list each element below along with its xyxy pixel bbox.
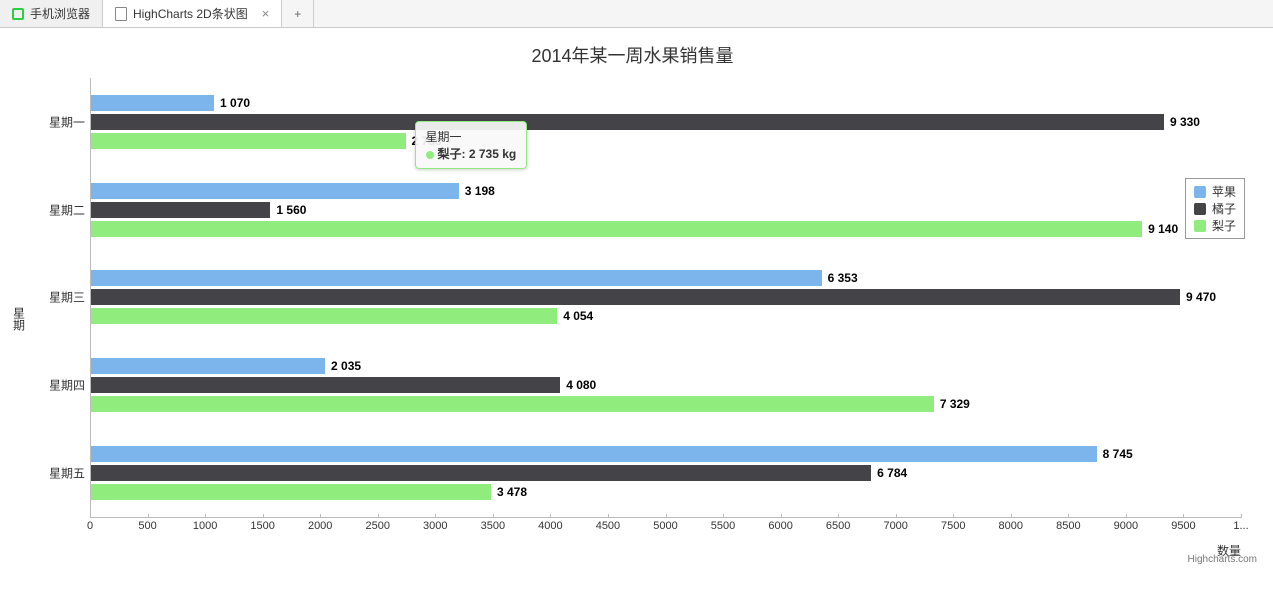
browser-tab-bar: 手机浏览器 HighCharts 2D条状图 × + bbox=[0, 0, 1273, 28]
document-icon bbox=[115, 7, 127, 21]
bar-value-label: 6 784 bbox=[877, 465, 907, 481]
category-group: 星期三6 3539 4704 054 bbox=[91, 254, 1241, 342]
bar-value-label: 4 054 bbox=[563, 308, 593, 324]
bar-value-label: 2 735 bbox=[412, 133, 442, 149]
bar-value-label: 3 198 bbox=[465, 183, 495, 199]
bar-value-label: 9 140 bbox=[1148, 221, 1178, 237]
browser-tab-0[interactable]: 手机浏览器 bbox=[0, 0, 103, 27]
x-tick-label: 9500 bbox=[1171, 520, 1195, 532]
bar-value-label: 9 330 bbox=[1170, 114, 1200, 130]
category-group: 星期二3 1981 5609 140 bbox=[91, 166, 1241, 254]
x-tick-label: 6000 bbox=[768, 520, 792, 532]
category-group: 星期一1 0709 3302 735 bbox=[91, 78, 1241, 166]
bar-value-label: 8 745 bbox=[1103, 446, 1133, 462]
legend-label: 苹果 bbox=[1212, 183, 1236, 200]
bar-pear[interactable]: 4 054 bbox=[91, 308, 557, 324]
legend-swatch-icon bbox=[1194, 220, 1206, 232]
tab-title: 手机浏览器 bbox=[30, 5, 90, 22]
x-tick-label: 500 bbox=[138, 520, 156, 532]
legend-item-pear[interactable]: 梨子 bbox=[1194, 217, 1236, 234]
y-axis-title: 星期 bbox=[8, 78, 30, 559]
x-tick-label: 9000 bbox=[1114, 520, 1138, 532]
legend-label: 梨子 bbox=[1212, 217, 1236, 234]
bar-value-label: 6 353 bbox=[828, 270, 858, 286]
bar-pear[interactable]: 3 478 bbox=[91, 484, 491, 500]
bar-pear[interactable]: 7 329 bbox=[91, 396, 934, 412]
bar-orange[interactable]: 6 784 bbox=[91, 465, 871, 481]
favicon-icon bbox=[12, 8, 24, 20]
category-label: 星期二 bbox=[31, 201, 85, 218]
chart-credit[interactable]: Highcharts.com bbox=[1188, 554, 1257, 565]
chart-container: 2014年某一周水果销售量 星期 星期一 1 070 9 330 2 735 星期二 3 … bbox=[0, 28, 1273, 567]
legend-item-apple[interactable]: 苹果 bbox=[1194, 183, 1236, 200]
bar-value-label: 7 329 bbox=[940, 396, 970, 412]
x-tick-label: 2500 bbox=[366, 520, 390, 532]
plot-area[interactable]: 星期一1 0709 3302 735星期二3 1981 5609 140星期三6… bbox=[90, 78, 1241, 518]
x-tick-label: 4000 bbox=[538, 520, 562, 532]
bar-apple[interactable]: 6 353 bbox=[91, 270, 822, 286]
bar-value-label: 3 478 bbox=[497, 484, 527, 500]
x-tick-label: 1000 bbox=[193, 520, 217, 532]
category-label: 星期一 bbox=[31, 113, 85, 130]
tab-title: HighCharts 2D条状图 bbox=[133, 5, 248, 22]
bar-pear[interactable]: 2 735 bbox=[91, 133, 406, 149]
legend-item-orange[interactable]: 橘子 bbox=[1194, 200, 1236, 217]
x-tick-label: 4500 bbox=[596, 520, 620, 532]
bar-apple[interactable]: 1 070 bbox=[91, 95, 214, 111]
category-label: 星期三 bbox=[31, 289, 85, 306]
category-group: 星期五8 7456 7843 478 bbox=[91, 429, 1241, 517]
x-tick-label: 5500 bbox=[711, 520, 735, 532]
chart-title: 2014年某一周水果销售量 bbox=[8, 42, 1257, 68]
close-icon[interactable]: × bbox=[262, 6, 270, 21]
x-tick-label: 3500 bbox=[481, 520, 505, 532]
bar-value-label: 4 080 bbox=[566, 377, 596, 393]
bar-apple[interactable]: 2 035 bbox=[91, 358, 325, 374]
x-tick-label: 5000 bbox=[653, 520, 677, 532]
x-tick-label: 1... bbox=[1233, 520, 1248, 532]
browser-tab-1[interactable]: HighCharts 2D条状图 × bbox=[103, 0, 282, 27]
x-axis-title: 数量 bbox=[30, 542, 1241, 559]
x-axis-ticks: 0 500 1000 1500 2000 2500 3000 3500 4000 4500 5000… bbox=[90, 518, 1241, 536]
category-label: 星期五 bbox=[31, 465, 85, 482]
legend-swatch-icon bbox=[1194, 203, 1206, 215]
x-tick-label: 2000 bbox=[308, 520, 332, 532]
x-tick-label: 8000 bbox=[999, 520, 1023, 532]
bar-orange[interactable]: 9 470 bbox=[91, 289, 1180, 305]
bar-value-label: 1 070 bbox=[220, 95, 250, 111]
bar-orange[interactable]: 1 560 bbox=[91, 202, 270, 218]
x-tick-label: 6500 bbox=[826, 520, 850, 532]
bar-orange[interactable]: 9 330 bbox=[91, 114, 1164, 130]
bar-value-label: 2 035 bbox=[331, 358, 361, 374]
bar-pear[interactable]: 9 140 bbox=[91, 221, 1142, 237]
bar-value-label: 1 560 bbox=[276, 202, 306, 218]
bar-apple[interactable]: 3 198 bbox=[91, 183, 459, 199]
x-tick-label: 8500 bbox=[1056, 520, 1080, 532]
legend-swatch-icon bbox=[1194, 186, 1206, 198]
bar-apple[interactable]: 8 745 bbox=[91, 446, 1097, 462]
category-label: 星期四 bbox=[31, 377, 85, 394]
bar-value-label: 9 470 bbox=[1186, 289, 1216, 305]
x-tick-label: 3000 bbox=[423, 520, 447, 532]
x-tick-label: 1500 bbox=[250, 520, 274, 532]
category-group: 星期四2 0354 0807 329 bbox=[91, 341, 1241, 429]
bar-orange[interactable]: 4 080 bbox=[91, 377, 560, 393]
x-tick-label: 7000 bbox=[883, 520, 907, 532]
chart-legend: 苹果 橘子 梨子 bbox=[1185, 178, 1245, 239]
x-tick-label: 7500 bbox=[941, 520, 965, 532]
new-tab-button[interactable]: + bbox=[282, 0, 314, 27]
legend-label: 橘子 bbox=[1212, 200, 1236, 217]
x-tick-label: 0 bbox=[87, 520, 93, 532]
